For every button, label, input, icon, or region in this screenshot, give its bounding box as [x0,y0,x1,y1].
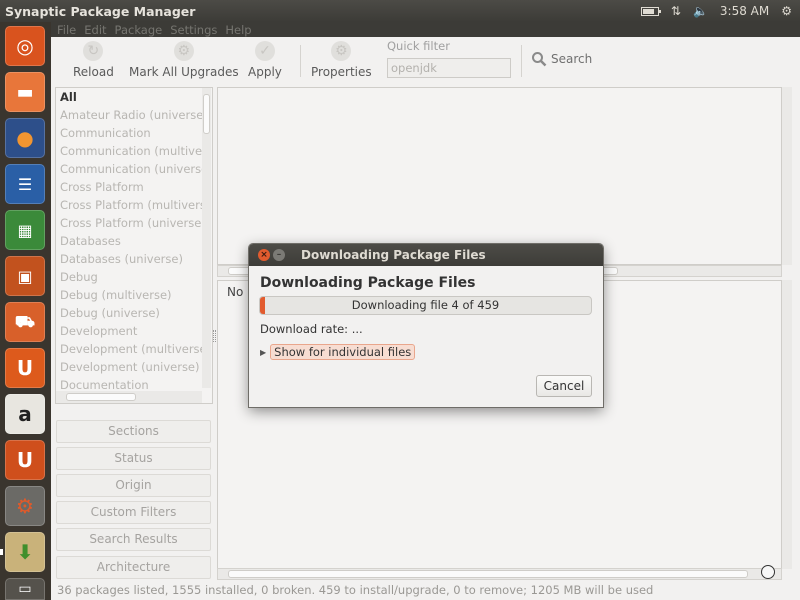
category-item[interactable]: Communication (universe) [56,160,202,178]
category-item[interactable]: Development (universe) [56,358,202,376]
network-icon[interactable]: ⇅ [671,4,681,18]
menu-settings[interactable]: Settings [170,23,217,37]
reload-icon: ↻ [83,41,104,61]
package-list-vertical-scrollbar[interactable] [782,87,792,265]
software-center-icon[interactable]: ⛟ [5,302,45,342]
download-progress-bar: Downloading file 4 of 459 [259,296,592,315]
category-item[interactable]: Communication (multiverse) [56,142,202,160]
running-indicator [0,549,3,555]
volume-icon[interactable]: 🔈 [693,4,708,18]
window-title: Synaptic Package Manager [5,3,196,19]
expander-label: Show for individual files [270,344,416,360]
upgrade-icon: ⚙ [173,41,194,61]
individual-files-expander[interactable]: ▶ Show for individual files [260,344,416,360]
progress-text: Downloading file 4 of 459 [351,298,500,312]
category-item[interactable]: Amateur Radio (universe) [56,106,202,124]
sections-filter-button[interactable]: Sections [56,420,211,443]
files-icon[interactable]: ▬ [5,72,45,112]
removable-drive-icon[interactable]: ▭ [5,578,45,600]
menu-file[interactable]: File [57,23,76,37]
category-item[interactable]: Cross Platform [56,178,202,196]
quick-filter-input[interactable] [387,58,511,78]
dialog-heading: Downloading Package Files [260,275,476,291]
menu-help[interactable]: Help [225,23,251,37]
clock[interactable]: 3:58 AM [720,4,769,18]
download-rate: Download rate: ... [260,322,363,336]
apply-label: Apply [248,65,282,79]
category-item[interactable]: Databases [56,232,202,250]
apply-checkmark-icon: ✓ [254,41,275,61]
category-item[interactable]: Debug (multiverse) [56,286,202,304]
ubuntu-logo-icon[interactable]: ◎ [5,26,45,66]
calc-icon[interactable]: ▦ [5,210,45,250]
dialog-minimize-icon[interactable]: – [273,249,285,261]
mark-all-upgrades-button[interactable]: ⚙ Mark All Upgrades [129,41,239,79]
category-item[interactable]: Cross Platform (universe) [56,214,202,232]
category-item[interactable]: Communication [56,124,202,142]
custom-filters-button[interactable]: Custom Filters [56,501,211,524]
expander-triangle-icon: ▶ [260,347,267,357]
toolbar: ↻ Reload ⚙ Mark All Upgrades ✓ Apply ⚙ P… [51,37,800,85]
firefox-icon[interactable]: ● [5,118,45,158]
category-vertical-scrollbar[interactable] [202,88,211,388]
package-list[interactable] [217,87,782,265]
category-item[interactable]: Debug (universe) [56,304,202,322]
dialog-title: Downloading Package Files [301,248,486,262]
top-panel: Synaptic Package Manager ⇅ 🔈 3:58 AM ⚙ [0,0,800,22]
toolbar-separator [300,45,301,77]
writer-icon[interactable]: ☰ [5,164,45,204]
menu-package[interactable]: Package [115,23,163,37]
cancel-button[interactable]: Cancel [536,375,592,397]
category-item[interactable]: Development [56,322,202,340]
battery-icon[interactable] [640,6,661,16]
origin-filter-button[interactable]: Origin [56,474,211,497]
category-item[interactable]: Development (multiverse) [56,340,202,358]
amazon-icon[interactable]: a [5,394,45,434]
quick-filter-label: Quick filter [387,39,450,53]
properties-button[interactable]: ⚙ Properties [311,41,372,79]
system-tray: ⇅ 🔈 3:58 AM ⚙ [640,0,800,22]
details-vertical-scrollbar[interactable] [782,280,792,569]
category-item[interactable]: Cross Platform (multiverse) [56,196,202,214]
ubuntu-one-icon[interactable]: U [5,348,45,388]
impress-icon[interactable]: ▣ [5,256,45,296]
ubuntu-one-music-icon[interactable]: U [5,440,45,480]
category-item[interactable]: Debug [56,268,202,286]
reload-label: Reload [73,65,114,79]
category-item[interactable]: Databases (universe) [56,250,202,268]
menubar: File Edit Package Settings Help [51,22,800,37]
properties-label: Properties [311,65,372,79]
category-list: All Amateur Radio (universe) Communication… [56,88,202,403]
launcher: ◎ ▬ ● ☰ ▦ ▣ ⛟ U a U ⚙ ⬇ ▭ [0,22,51,600]
search-results-button[interactable]: Search Results [56,528,211,551]
category-list-panel: All Amateur Radio (universe) Communication… [55,87,213,404]
apply-button[interactable]: ✓ Apply [248,41,282,79]
toolbar-separator [521,45,522,77]
properties-icon: ⚙ [331,41,352,61]
power-gear-icon[interactable]: ⚙ [781,4,792,18]
reload-button[interactable]: ↻ Reload [73,41,114,79]
window-resize-grip[interactable] [761,565,775,579]
architecture-filter-button[interactable]: Architecture [56,556,211,579]
details-horizontal-scrollbar[interactable] [217,568,782,580]
category-horizontal-scrollbar[interactable] [56,391,202,403]
dialog-close-icon[interactable]: × [258,249,270,261]
status-filter-button[interactable]: Status [56,447,211,470]
mark-all-label: Mark All Upgrades [129,65,239,79]
system-settings-icon[interactable]: ⚙ [5,486,45,526]
status-bar: 36 packages listed, 1555 installed, 0 br… [57,583,654,597]
search-icon [532,52,547,67]
category-item[interactable]: All [56,88,202,106]
dialog-titlebar: × – Downloading Package Files [249,244,603,266]
download-dialog: × – Downloading Package Files Downloadin… [249,244,603,407]
package-installer-icon[interactable]: ⬇ [5,532,45,572]
menu-edit[interactable]: Edit [84,23,106,37]
search-button[interactable]: Search [531,51,592,67]
pane-resize-handle[interactable] [213,330,216,342]
search-label: Search [551,52,593,66]
